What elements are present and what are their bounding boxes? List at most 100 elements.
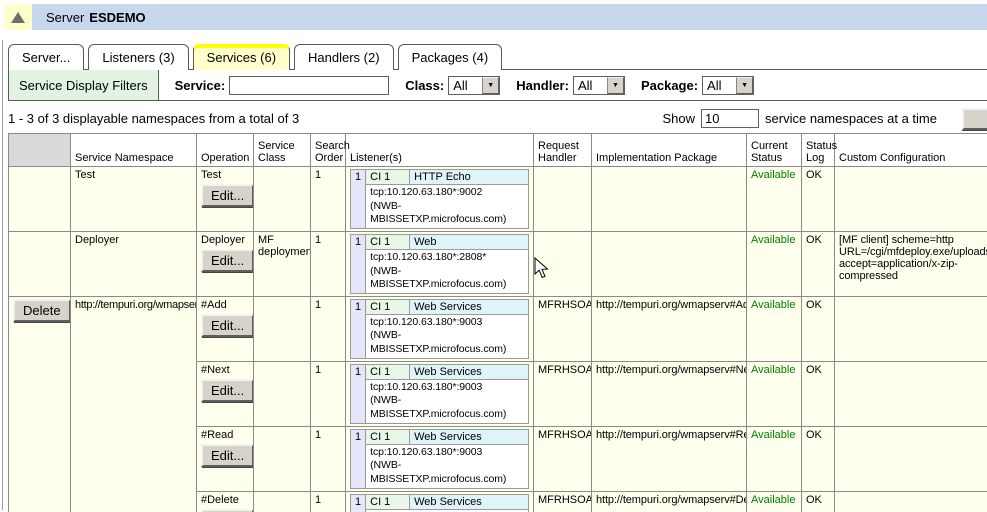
listener-conversation: CI 1 [366,299,410,314]
listener-name: Web Services [410,364,529,379]
namespace-count-summary: 1 - 3 of 3 displayable namespaces from a… [8,111,299,126]
listener-name: Web Services [410,494,529,509]
edit-button[interactable]: Edit... [201,314,254,337]
service-filter-label: Service: [175,78,226,93]
triangle-up-icon [11,12,25,23]
service-class-cell [254,426,311,491]
table-header-row: Service Namespace Operation Service Clas… [9,134,987,167]
table-row: Test Test Edit... 1 1 CI 1 HTTP Echo tcp… [9,167,987,232]
custom-configuration-cell [835,491,987,512]
listener-address: tcp:10.120.63.180*:2808* (NWB-MBISSETXP.… [366,249,529,293]
chevron-down-icon[interactable]: ▼ [736,77,753,94]
operation-name: #Delete [201,494,249,506]
collapse-button[interactable] [4,4,32,30]
edit-button[interactable]: Edit... [201,509,254,512]
header-action [9,134,71,167]
service-class-cell: MF deployment [254,231,311,296]
header-service-namespace: Service Namespace [71,134,197,167]
service-class-cell [254,167,311,232]
implementation-package-cell: http://tempuri.org/wmapserv#Read [592,426,747,491]
server-title-prefix: Server [46,10,84,25]
listener-conversation: CI 1 [366,170,410,185]
show-suffix-label: service namespaces at a time [765,111,937,126]
operation-name: #Read [201,429,249,441]
tab-listeners[interactable]: Listeners (3) [88,44,188,70]
request-handler-cell: MFRHSOAP [534,296,592,361]
delete-button[interactable]: Delete [13,299,71,322]
listener-name: Web Services [410,429,529,444]
tab-handlers[interactable]: Handlers (2) [294,44,394,70]
listener-conversation: CI 1 [366,494,410,509]
tab-services[interactable]: Services (6) [193,44,290,70]
search-order-cell: 1 [311,491,346,512]
namespace-cell: Test [71,167,197,232]
table-row: Delete http://tempuri.org/wmapserv #Add … [9,296,987,361]
listener-cell: 1 CI 1 Web Services tcp:10.120.63.180*:9… [346,426,534,491]
listener-conversation: CI 1 [366,234,410,249]
listener-subtable: 1 CI 1 Web Services tcp:10.120.63.180*:9… [350,429,529,489]
listener-cell: 1 CI 1 Web Services tcp:10.120.63.180*:9… [346,361,534,426]
package-filter-value: All [703,78,736,93]
package-filter-label: Package: [641,78,698,93]
status-log-cell: OK [802,361,835,426]
status-log-cell: OK [802,426,835,491]
request-handler-cell: MFRHSOAP [534,426,592,491]
implementation-package-cell [592,231,747,296]
tab-bar: Server... Listeners (3) Services (6) Han… [8,41,987,70]
tab-packages[interactable]: Packages (4) [398,44,503,70]
tab-server[interactable]: Server... [8,44,84,70]
edit-button[interactable]: Edit... [201,249,254,272]
chevron-down-icon[interactable]: ▼ [482,77,499,94]
namespace-cell: http://tempuri.org/wmapserv [71,296,197,512]
service-class-cell [254,491,311,512]
operation-name: Deployer [201,234,249,246]
header-request-handler: Request Handler [534,134,592,167]
status-cell: Available [747,491,802,512]
header-listeners: Listener(s) [346,134,534,167]
search-order-cell: 1 [311,296,346,361]
listener-index: 1 [351,170,366,229]
operation-cell: #Delete Edit... [197,491,254,512]
implementation-package-cell: http://tempuri.org/wmapserv#Delete [592,491,747,512]
listener-address: tcp:10.120.63.180*:9003 (NWB-MBISSETXP.m… [366,444,529,488]
service-class-cell [254,361,311,426]
search-order-cell: 1 [311,231,346,296]
edit-button[interactable]: Edit... [201,184,254,207]
search-order-cell: 1 [311,167,346,232]
listener-subtable: 1 CI 1 Web tcp:10.120.63.180*:2808* (NWB… [350,234,529,294]
status-cell: Available [747,426,802,491]
status-log-cell: OK [802,231,835,296]
implementation-package-cell: http://tempuri.org/wmapserv#Next [592,361,747,426]
header-custom-configuration: Custom Configuration [835,134,987,167]
server-title-bar: Server ESDEMO [4,4,987,30]
namespace-cell: Deployer [71,231,197,296]
status-cell: Available [747,167,802,232]
listener-conversation: CI 1 [366,429,410,444]
operation-cell: Test Edit... [197,167,254,232]
pagination-row: 1 - 3 of 3 displayable namespaces from a… [8,107,987,130]
listener-address: tcp:10.120.63.180*:9003 (NWB-MBISSETXP.m… [366,314,529,358]
implementation-package-cell [592,167,747,232]
show-count-input[interactable] [701,109,759,128]
table-row: Deployer Deployer Edit... MF deployment … [9,231,987,296]
search-order-cell: 1 [311,426,346,491]
listener-cell: 1 CI 1 HTTP Echo tcp:10.120.63.180*:9002… [346,167,534,232]
edge-partial-button[interactable] [962,108,987,130]
header-service-class: Service Class [254,134,311,167]
package-filter-select[interactable]: All ▼ [702,76,754,95]
action-cell [9,231,71,296]
service-filter-input[interactable] [229,76,389,95]
chevron-down-icon[interactable]: ▼ [607,77,624,94]
custom-configuration-cell: [MF client] scheme=http URL=/cgi/mfdeplo… [835,231,987,296]
edit-button[interactable]: Edit... [201,444,254,467]
custom-configuration-cell [835,296,987,361]
filter-bar: Service Display Filters Service: Class: … [8,69,987,101]
services-table: Service Namespace Operation Service Clas… [8,133,987,512]
edit-button[interactable]: Edit... [201,379,254,402]
operation-cell: #Add Edit... [197,296,254,361]
mouse-cursor [534,257,551,280]
handler-filter-select[interactable]: All ▼ [573,76,625,95]
filter-panel-label: Service Display Filters [9,70,159,100]
class-filter-select[interactable]: All ▼ [448,76,500,95]
action-cell: Delete [9,296,71,512]
